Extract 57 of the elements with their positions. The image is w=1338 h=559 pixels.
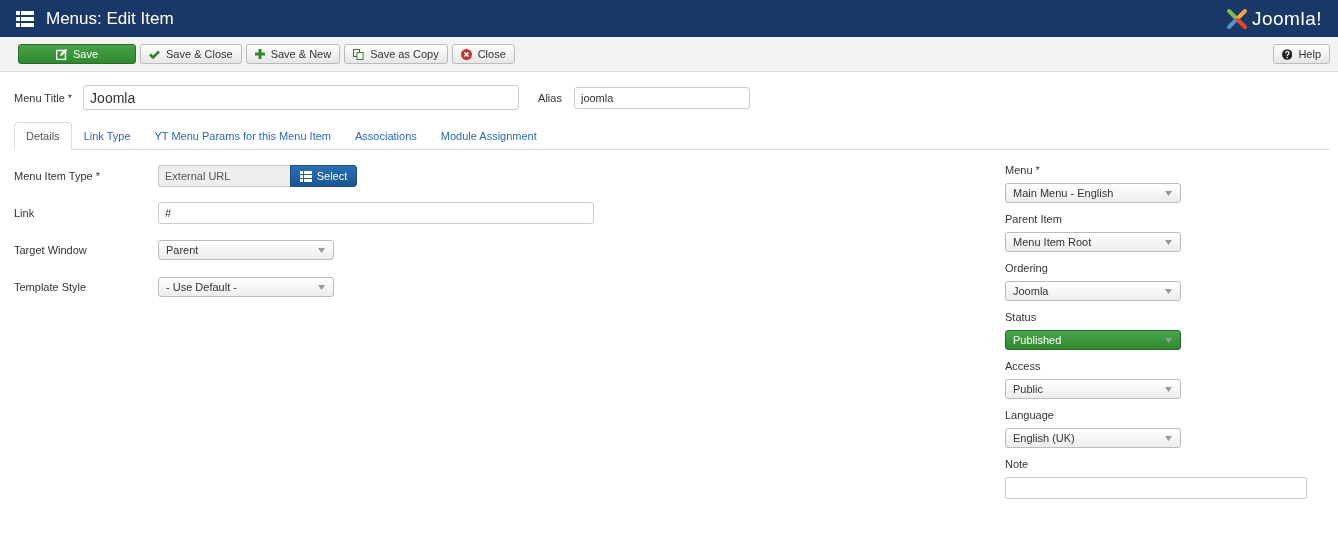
alias-field[interactable]: joomla <box>573 86 750 109</box>
field-label: Status <box>1005 311 1038 323</box>
select-field[interactable]: - Use Default - <box>158 277 334 297</box>
field-label: Menu Title * <box>14 91 73 104</box>
field-label: Template Style <box>14 281 88 293</box>
text-field[interactable] <box>1005 477 1307 499</box>
field-label: Language <box>1005 409 1055 421</box>
list-icon <box>299 170 312 182</box>
select-field[interactable]: Menu Item Root <box>1005 232 1181 252</box>
select-field[interactable]: Published <box>1005 330 1181 350</box>
caret-icon <box>1165 239 1172 245</box>
caret-icon <box>1165 386 1172 392</box>
select-field[interactable]: Public <box>1005 379 1181 399</box>
close-icon <box>460 48 472 60</box>
menu-item-type-field: External URL <box>158 165 290 187</box>
select-field[interactable]: Joomla <box>1005 281 1181 301</box>
check-icon <box>149 49 160 59</box>
field-label: Menu * <box>1005 164 1041 176</box>
field-label: Note <box>1005 458 1030 470</box>
field-label: Menu Item Type * <box>14 170 101 182</box>
field-label: Alias <box>538 91 562 104</box>
caret-icon <box>318 284 325 290</box>
caret-icon <box>1165 190 1172 196</box>
select-field[interactable]: Main Menu - English <box>1005 183 1181 203</box>
toolbar-button[interactable]: Save <box>18 44 136 64</box>
menu-icon <box>16 10 34 27</box>
tab[interactable]: Associations <box>343 122 429 150</box>
field-label: Link <box>14 207 36 219</box>
select-field[interactable]: Parent <box>158 240 334 260</box>
tab[interactable]: Details <box>14 122 72 150</box>
field-label: Access <box>1005 360 1042 372</box>
caret-icon <box>1165 435 1172 441</box>
field-label: Ordering <box>1005 262 1049 274</box>
field-label: Target Window <box>14 244 88 256</box>
help-button[interactable]: Help <box>1273 44 1330 64</box>
field-label: Parent Item <box>1005 213 1063 225</box>
caret-icon <box>318 247 325 253</box>
caret-icon <box>1165 288 1172 294</box>
tab[interactable]: Link Type <box>71 122 143 150</box>
select-button[interactable]: Select <box>290 165 357 187</box>
toolbar-button[interactable]: Save & New <box>245 44 341 64</box>
copy-icon <box>353 48 365 60</box>
logo-text: Joomla! <box>1251 7 1322 30</box>
toolbar-button[interactable]: Close <box>451 44 515 64</box>
tab[interactable]: Module Assignment <box>428 122 549 150</box>
text-field[interactable]: # <box>158 202 594 224</box>
help-icon <box>1282 48 1293 60</box>
toolbar-button[interactable]: Save as Copy <box>344 44 448 64</box>
logo-icon <box>1225 7 1248 30</box>
caret-icon <box>1165 337 1172 343</box>
toolbar-button[interactable]: Save & Close <box>140 44 242 64</box>
plus-icon <box>254 49 265 59</box>
select-field[interactable]: English (UK) <box>1005 428 1181 448</box>
tab[interactable]: YT Menu Params for this Menu Item <box>142 122 343 150</box>
menu-title-field[interactable]: Joomla <box>83 85 520 110</box>
page-title: Menus: Edit Item <box>46 8 174 29</box>
edit-icon <box>55 48 67 60</box>
